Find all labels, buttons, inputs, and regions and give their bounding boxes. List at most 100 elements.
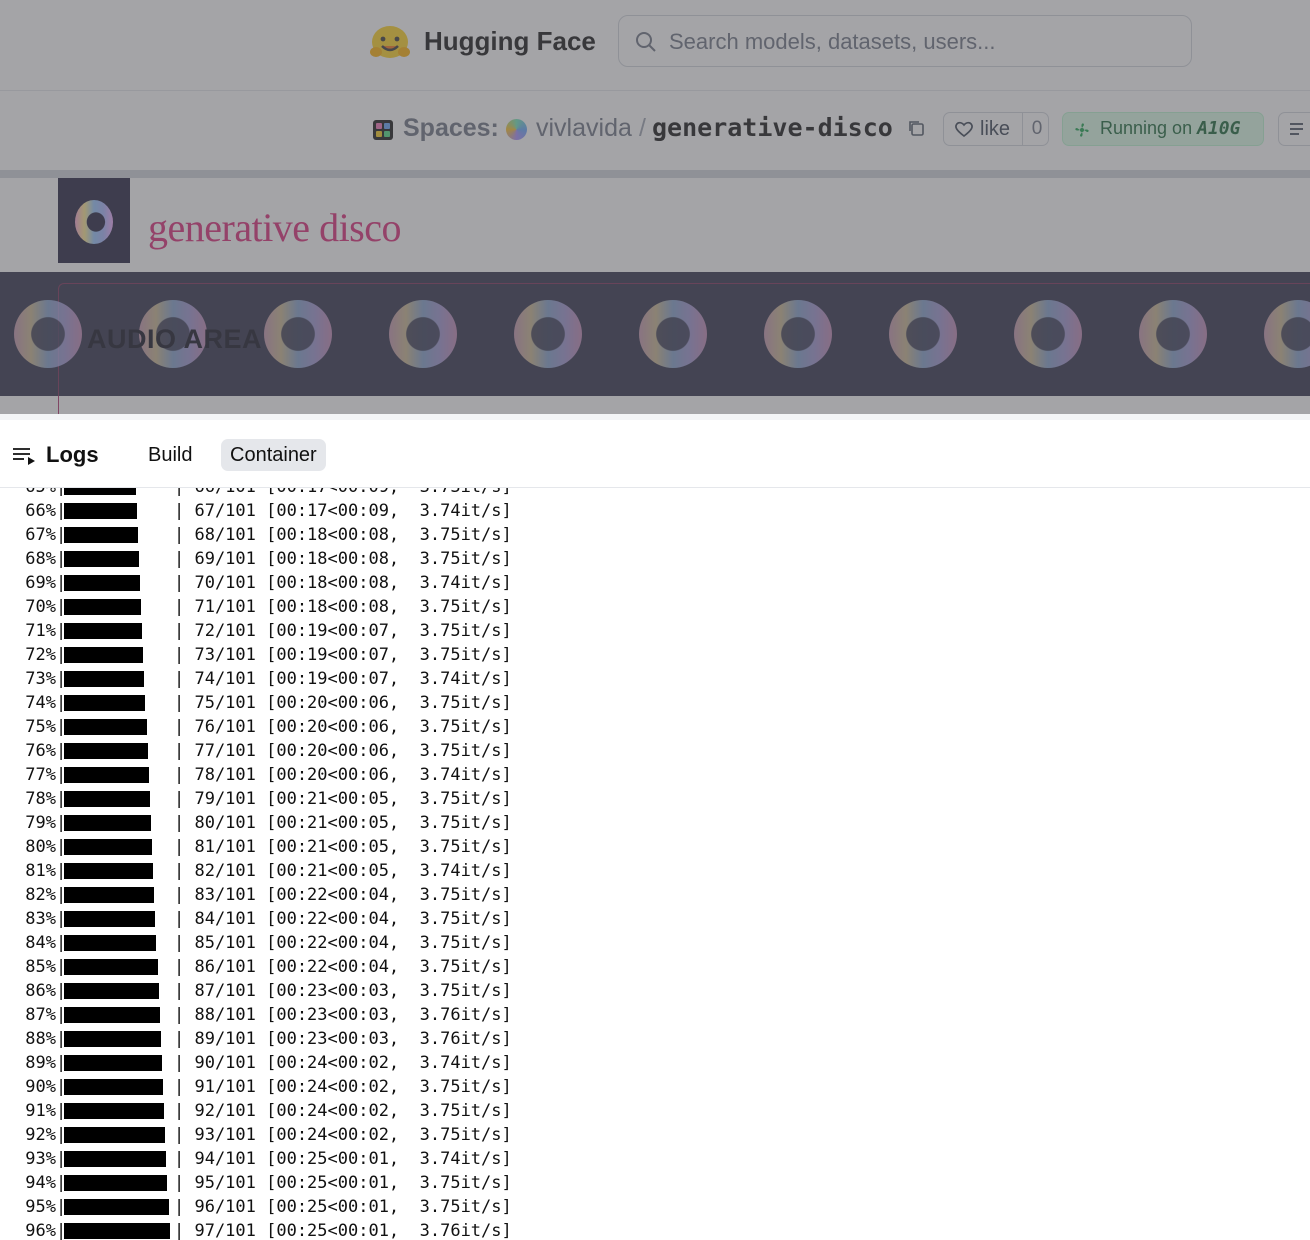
orb-icon: [389, 300, 457, 368]
log-progress-bar: [64, 719, 147, 735]
log-percent: 96%: [25, 1221, 56, 1240]
log-progress-text: | 93/101 [00:24<00:02, 3.75it/s]: [174, 1125, 512, 1145]
log-progress-bar: [64, 1055, 162, 1071]
log-percent: 76%: [25, 741, 56, 761]
more-menu-button[interactable]: [1278, 112, 1310, 146]
log-percent: 79%: [25, 813, 56, 833]
log-progress-text: | 83/101 [00:22<00:04, 3.75it/s]: [174, 885, 512, 905]
log-progress-bar: [64, 599, 141, 615]
log-progress-bar: [64, 815, 151, 831]
app-title: generative disco: [148, 205, 402, 250]
log-line: 94% | | 95/101 [00:25<00:01, 3.75it/s]: [0, 1171, 1310, 1195]
log-line: 92% | | 93/101 [00:24<00:02, 3.75it/s]: [0, 1123, 1310, 1147]
log-progress-text: | 84/101 [00:22<00:04, 3.75it/s]: [174, 909, 512, 929]
log-progress-bar: [64, 488, 136, 495]
log-progress-text: | 66/101 [00:17<00:09, 3.73it/s]: [174, 488, 512, 499]
log-progress-text: | 75/101 [00:20<00:06, 3.75it/s]: [174, 693, 512, 713]
log-progress-text: | 70/101 [00:18<00:08, 3.74it/s]: [174, 573, 512, 593]
owner-avatar[interactable]: [506, 119, 527, 140]
log-progress-text: | 88/101 [00:23<00:03, 3.76it/s]: [174, 1005, 512, 1025]
spaces-icon: [373, 120, 393, 140]
log-output[interactable]: 65%|| 66/101 [00:17<00:09, 3.73it/s]66%|…: [0, 488, 1310, 1240]
log-percent: 85%: [25, 957, 56, 977]
log-percent: 87%: [25, 1005, 56, 1025]
log-line: 70% | | 71/101 [00:18<00:08, 3.75it/s]: [0, 595, 1310, 619]
log-progress-text: | 76/101 [00:20<00:06, 3.75it/s]: [174, 717, 512, 737]
log-progress-text: | 78/101 [00:20<00:06, 3.74it/s]: [174, 765, 512, 785]
tab-build[interactable]: Build: [139, 439, 201, 471]
app-body: [0, 396, 1310, 414]
log-progress-bar: [64, 863, 153, 879]
log-line: 84% | | 85/101 [00:22<00:04, 3.75it/s]: [0, 931, 1310, 955]
orb-icon: [1014, 300, 1082, 368]
space-owner-link[interactable]: vivlavida: [536, 114, 632, 143]
log-line: 75% | | 76/101 [00:20<00:06, 3.75it/s]: [0, 715, 1310, 739]
log-percent: 88%: [25, 1029, 56, 1049]
log-progress-text: | 91/101 [00:24<00:02, 3.75it/s]: [174, 1077, 512, 1097]
top-nav: Hugging Face Search models, datasets, us…: [0, 0, 1310, 91]
log-progress-bar: [64, 1007, 160, 1023]
log-percent: 84%: [25, 933, 56, 953]
log-percent: 70%: [25, 597, 56, 617]
tab-container[interactable]: Container: [221, 439, 326, 471]
brand-name[interactable]: Hugging Face: [424, 26, 596, 57]
log-line: 66% | | 67/101 [00:17<00:09, 3.74it/s]: [0, 499, 1310, 523]
log-progress-bar: [64, 623, 142, 639]
log-percent: 89%: [25, 1053, 56, 1073]
like-button[interactable]: like 0: [943, 112, 1049, 146]
log-percent: 78%: [25, 789, 56, 809]
audio-area-label: AUDIO AREA: [87, 324, 263, 354]
log-progress-text: | 87/101 [00:23<00:03, 3.75it/s]: [174, 981, 512, 1001]
search-box[interactable]: Search models, datasets, users...: [618, 15, 1192, 67]
log-percent: 94%: [25, 1173, 56, 1193]
log-line: 88% | | 89/101 [00:23<00:03, 3.76it/s]: [0, 1027, 1310, 1051]
logs-toolbar: Logs Build Container: [0, 420, 1310, 488]
log-progress-text: | 90/101 [00:24<00:02, 3.74it/s]: [174, 1053, 512, 1073]
log-percent: 71%: [25, 621, 56, 641]
log-progress-bar: [64, 1223, 170, 1239]
log-line: 89% | | 90/101 [00:24<00:02, 3.74it/s]: [0, 1051, 1310, 1075]
log-progress-text: | 80/101 [00:21<00:05, 3.75it/s]: [174, 813, 512, 833]
log-progress-text: | 97/101 [00:25<00:01, 3.76it/s]: [174, 1221, 512, 1240]
log-progress-bar: [64, 767, 149, 783]
log-progress-bar: [64, 551, 139, 567]
log-percent: 65%: [20, 488, 56, 499]
log-progress-text: | 82/101 [00:21<00:05, 3.74it/s]: [174, 861, 512, 881]
hardware-label: A10G: [1197, 118, 1241, 139]
log-progress-bar: [64, 983, 159, 999]
log-percent: 72%: [25, 645, 56, 665]
log-line: 85% | | 86/101 [00:22<00:04, 3.75it/s]: [0, 955, 1310, 979]
logs-list-icon: [13, 448, 35, 465]
logs-title: Logs: [46, 442, 99, 467]
log-progress-bar: [64, 935, 156, 951]
log-progress-text: | 79/101 [00:21<00:05, 3.75it/s]: [174, 789, 512, 809]
running-status-badge[interactable]: Running on A10G: [1062, 112, 1264, 146]
log-percent: 67%: [25, 525, 56, 545]
log-progress-text: | 85/101 [00:22<00:04, 3.75it/s]: [174, 933, 512, 953]
log-percent: 69%: [25, 573, 56, 593]
log-line: 79% | | 80/101 [00:21<00:05, 3.75it/s]: [0, 811, 1310, 835]
log-percent: 90%: [25, 1077, 56, 1097]
search-icon: [636, 32, 656, 52]
spaces-label[interactable]: Spaces:: [403, 114, 499, 143]
app-logo: [58, 178, 130, 263]
log-progress-bar: [64, 1079, 163, 1095]
log-progress-bar: [64, 887, 154, 903]
log-progress-text: | 89/101 [00:23<00:03, 3.76it/s]: [174, 1029, 512, 1049]
path-separator: /: [639, 114, 646, 142]
audio-section: AUDIO AREA: [0, 272, 1310, 396]
like-count[interactable]: 0: [1022, 113, 1051, 145]
log-percent: 66%: [25, 501, 56, 521]
hugging-face-logo-icon[interactable]: [370, 24, 410, 60]
log-progress-bar: [64, 1103, 164, 1119]
log-progress-bar: [64, 647, 143, 663]
log-percent: 80%: [25, 837, 56, 857]
space-repo-name[interactable]: generative-disco: [652, 113, 893, 142]
log-percent: 73%: [25, 669, 56, 689]
orb-icon: [764, 300, 832, 368]
log-progress-bar: [64, 1151, 166, 1167]
copy-icon[interactable]: [907, 119, 925, 137]
log-progress-bar: [64, 743, 148, 759]
log-line: 82% | | 83/101 [00:22<00:04, 3.75it/s]: [0, 883, 1310, 907]
log-percent: 81%: [25, 861, 56, 881]
